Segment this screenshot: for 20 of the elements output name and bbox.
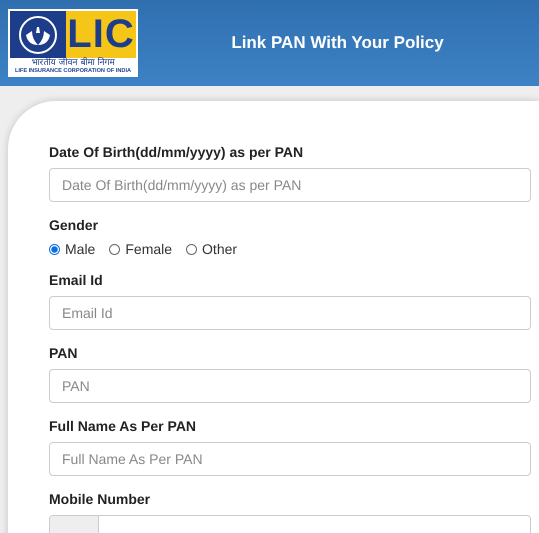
field-label: Gender <box>49 217 100 233</box>
field-label: PAN <box>49 345 79 361</box>
input-field[interactable]: Email Id <box>49 296 531 330</box>
radio-button[interactable] <box>186 244 198 254</box>
field-label: Email Id <box>49 272 104 288</box>
input-field[interactable]: PAN <box>49 369 531 403</box>
field-label: Full Name As Per PAN <box>49 418 198 434</box>
radio-button[interactable] <box>49 244 60 254</box>
radio-button[interactable] <box>109 244 120 254</box>
radio-label[interactable]: Female <box>125 241 172 257</box>
emblem-icon <box>18 14 58 54</box>
logo-mark: LIC <box>66 11 136 58</box>
page-title: Link PAN With Your Policy <box>230 33 445 53</box>
radio-label[interactable]: Other <box>202 241 238 257</box>
field-label: Mobile Number <box>49 491 152 507</box>
radio-label[interactable]: Male <box>65 241 96 257</box>
input-field[interactable]: Date Of Birth(dd/mm/yyyy) as per PAN <box>49 168 531 202</box>
input-field[interactable]: Full Name As Per PAN <box>49 442 531 476</box>
logo-hindi-text: भारतीय जीवन बीमा निगम <box>30 58 116 68</box>
field-label: Date Of Birth(dd/mm/yyyy) as per PAN <box>49 144 304 160</box>
